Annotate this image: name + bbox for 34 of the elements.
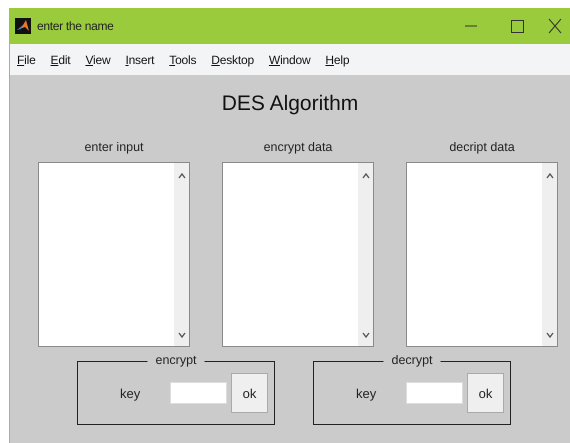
- scroll-up-icon[interactable]: [178, 173, 186, 179]
- scroll-down-icon[interactable]: [362, 332, 370, 338]
- ok-button[interactable]: ok: [231, 373, 268, 413]
- menu-item[interactable]: View: [85, 52, 110, 66]
- scroll-up-icon[interactable]: [546, 173, 554, 179]
- key-field[interactable]: [170, 382, 227, 404]
- text-area[interactable]: [38, 162, 190, 347]
- menu-item[interactable]: Window: [268, 52, 310, 66]
- ok-button[interactable]: ok: [467, 373, 504, 413]
- scroll-bar[interactable]: [174, 163, 189, 346]
- key-label: key: [356, 386, 378, 400]
- scroll-bar[interactable]: [542, 163, 557, 346]
- menu-item[interactable]: Edit: [50, 52, 70, 66]
- scroll-bar[interactable]: [358, 163, 373, 346]
- pane-label: encrypt data: [264, 140, 332, 156]
- scroll-down-icon[interactable]: [546, 332, 554, 338]
- menu-item[interactable]: Insert: [125, 52, 154, 66]
- menu-item[interactable]: File: [17, 52, 36, 66]
- scroll-down-icon[interactable]: [178, 332, 186, 338]
- menu-item[interactable]: Tools: [169, 52, 196, 66]
- pane-label: decript data: [449, 140, 515, 156]
- pane-label: enter input: [84, 140, 144, 156]
- app-heading: DES Algorithm: [220, 92, 360, 117]
- window-title: enter the name: [37, 19, 114, 33]
- key-field[interactable]: [406, 382, 463, 404]
- text-area[interactable]: [406, 162, 558, 347]
- menu-item[interactable]: Help: [325, 52, 350, 66]
- text-area[interactable]: [222, 162, 374, 347]
- app-icon: [15, 18, 31, 34]
- menu-item[interactable]: Desktop: [211, 52, 254, 66]
- scroll-up-icon[interactable]: [362, 173, 370, 179]
- group-title: encrypt: [148, 353, 204, 367]
- group-title: decrypt: [384, 353, 440, 367]
- key-label: key: [120, 386, 142, 400]
